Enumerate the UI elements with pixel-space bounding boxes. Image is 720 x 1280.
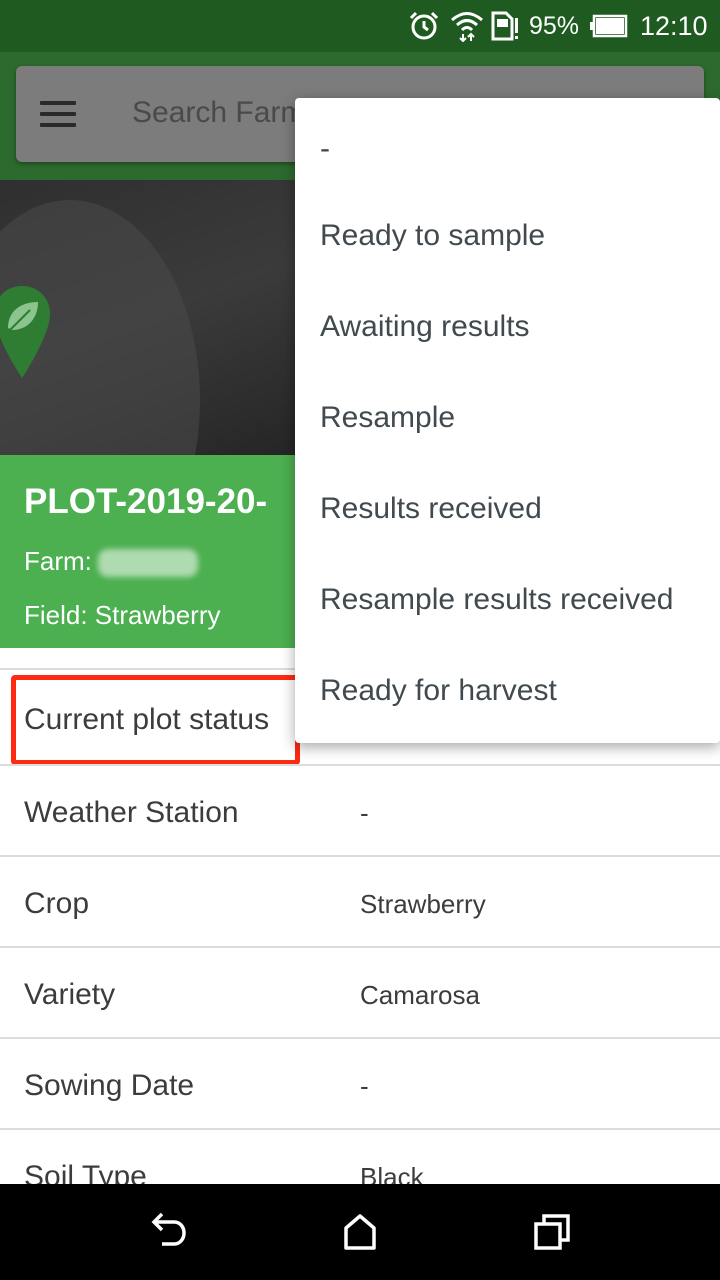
home-icon[interactable]	[338, 1210, 382, 1254]
sowing-date-label: Sowing Date	[24, 1069, 195, 1102]
wifi-icon	[451, 12, 483, 42]
battery-percent: 95%	[529, 12, 580, 40]
divider	[0, 855, 720, 857]
farm-name-redacted	[97, 549, 198, 578]
battery-icon	[590, 14, 628, 38]
divider	[0, 764, 720, 766]
weather-station-label: Weather Station	[24, 796, 239, 829]
sim-icon	[491, 11, 518, 41]
weather-station-value: -	[360, 798, 369, 828]
divider	[0, 1037, 720, 1039]
leaf-pin-icon	[0, 286, 50, 378]
recents-icon[interactable]	[530, 1210, 574, 1254]
plot-status-dropdown[interactable]: - Ready to sample Awaiting results Resam…	[295, 98, 720, 743]
crop-label: Crop	[24, 887, 90, 920]
farm-label: Farm:	[24, 546, 92, 576]
highlight-box	[11, 675, 300, 765]
variety-label: Variety	[24, 978, 116, 1011]
clock: 12:10	[640, 11, 708, 41]
plot-title: PLOT-2019-20-	[24, 482, 268, 521]
variety-value: Camarosa	[360, 980, 480, 1010]
search-input[interactable]: Search Farms	[132, 96, 320, 130]
status-option-ready-to-sample[interactable]: Ready to sample	[320, 219, 545, 253]
status-option-results-received[interactable]: Results received	[320, 492, 542, 526]
divider	[0, 1128, 720, 1130]
crop-value: Strawberry	[360, 889, 486, 919]
farm-line: Farm:	[24, 546, 198, 578]
sowing-date-value: -	[360, 1071, 369, 1101]
back-icon[interactable]	[146, 1210, 190, 1254]
menu-icon[interactable]	[40, 101, 76, 127]
status-option-resample-results-received[interactable]: Resample results received	[320, 583, 673, 617]
status-option-resample[interactable]: Resample	[320, 401, 455, 435]
status-option-none[interactable]: -	[320, 132, 330, 166]
divider	[0, 946, 720, 948]
status-option-ready-for-harvest[interactable]: Ready for harvest	[320, 674, 557, 708]
status-bar: 95% 12:10	[0, 0, 720, 52]
status-option-awaiting-results[interactable]: Awaiting results	[320, 310, 530, 344]
field-line: Field: Strawberry	[24, 600, 221, 630]
alarm-icon	[409, 11, 439, 40]
